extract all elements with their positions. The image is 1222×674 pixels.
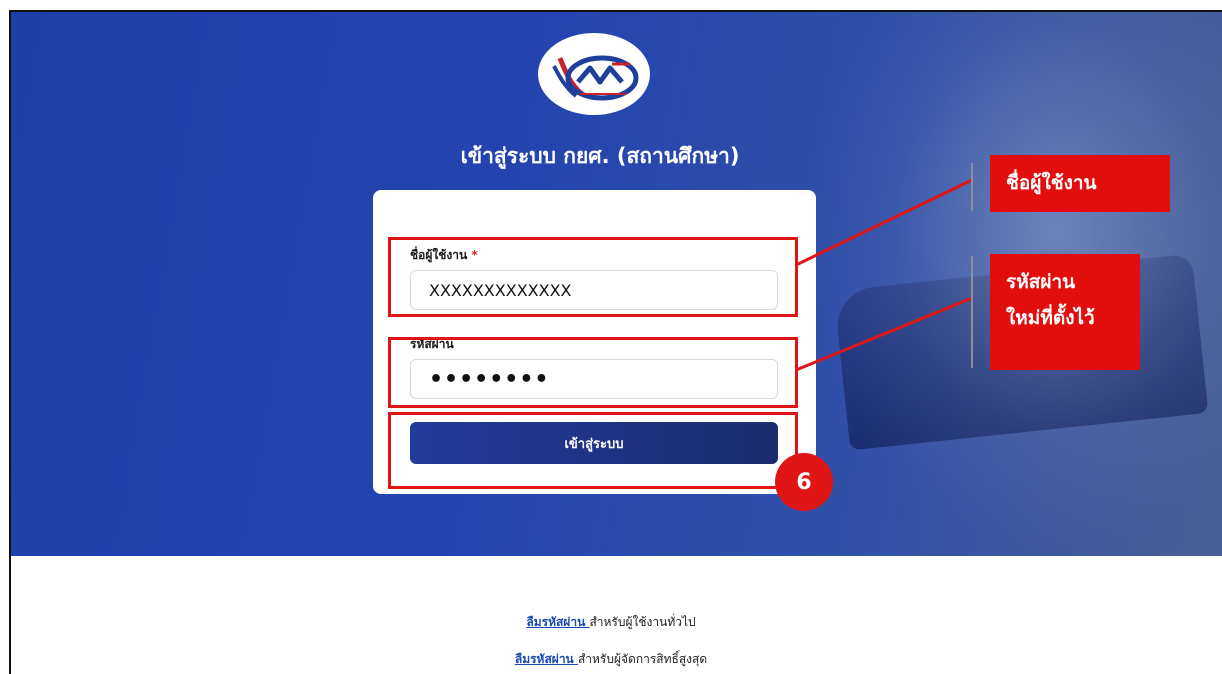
forgot-password-admin-link[interactable]: ลืมรหัสผ่าน xyxy=(515,652,578,666)
forgot-password-general-link[interactable]: ลืมรหัสผ่าน xyxy=(526,615,589,629)
forgot-password-admin-text: สำหรับผู้จัดการสิทธิ์สูงสุด xyxy=(577,652,708,666)
forgot-password-general-text: สำหรับผู้ใช้งานทั่วไป xyxy=(589,615,696,629)
callout-divider xyxy=(971,256,973,368)
callout-password-line1: รหัสผ่าน xyxy=(1006,271,1076,293)
callout-username: ชื่อผู้ใช้งาน xyxy=(990,155,1170,212)
step-number-badge: 6 xyxy=(775,453,833,511)
forgot-password-general-row: ลืมรหัสผ่าน สำหรับผู้ใช้งานทั่วไป xyxy=(0,613,1222,632)
callout-divider xyxy=(971,163,973,211)
callout-username-text: ชื่อผู้ใช้งาน xyxy=(1006,172,1097,194)
callout-password: รหัสผ่าน ใหม่ที่ตั้งไว้ xyxy=(990,254,1140,370)
forgot-password-admin-row: ลืมรหัสผ่าน สำหรับผู้จัดการสิทธิ์สูงสุด xyxy=(0,650,1222,669)
callout-password-line2: ใหม่ที่ตั้งไว้ xyxy=(1006,307,1095,329)
